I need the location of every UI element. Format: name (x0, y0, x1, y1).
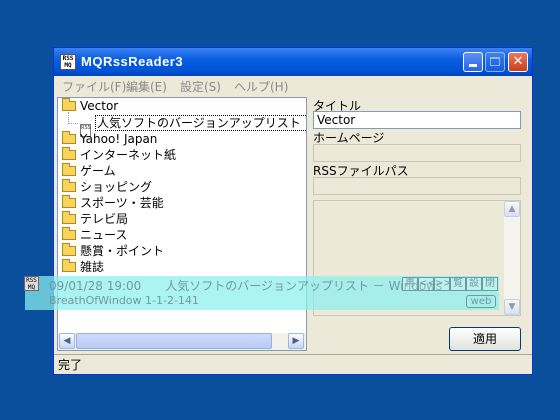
menu-bar: ファイル(F) 編集(E) 設定(S) ヘルプ(H) (54, 76, 532, 94)
tree-item-folder[interactable]: スポーツ・芸能 (62, 195, 164, 211)
tree-item-label: インターネット紙 (80, 148, 177, 162)
title-input[interactable]: Vector (313, 111, 521, 129)
vertical-scrollbar[interactable]: ▲ ▼ (504, 201, 520, 315)
tree-item-label: 人気ソフトのバージョンアップリスト － Windo (95, 115, 306, 131)
app-icon: RSS MQ (60, 54, 76, 70)
maximize-icon (490, 57, 500, 66)
maximize-button[interactable] (485, 52, 505, 72)
title-bar[interactable]: RSS MQ MQRssReader3 ✕ (54, 48, 532, 76)
ticker-subline: BreathOfWindow 1-1-2-141 (49, 294, 199, 307)
minimize-button[interactable] (463, 52, 483, 72)
tree-item-folder[interactable]: テレビ局 (62, 211, 128, 227)
window-title: MQRssReader3 (81, 54, 184, 69)
tree-item-label: Vector (80, 99, 119, 113)
tree-item-label: テレビ局 (80, 212, 129, 226)
folder-icon (62, 131, 76, 144)
tree-item-folder[interactable]: ショッピング (62, 179, 152, 195)
status-bar: 完了 (54, 354, 532, 374)
tree-item-folder[interactable]: 懸賞・ポイント (62, 243, 164, 259)
tree-item-folder[interactable]: ニュース (62, 227, 127, 243)
ticker-headline[interactable]: 09/01/28 19:00 人気ソフトのバージョンアップリスト － Windo… (49, 277, 442, 294)
app-window: RSS MQ MQRssReader3 ✕ ファイル(F) 編集(E) 設定(S… (53, 47, 533, 375)
folder-icon (62, 259, 76, 272)
scroll-left-icon[interactable]: ◀ (59, 333, 75, 349)
menu-edit[interactable]: 編集(E) (126, 78, 167, 95)
folder-icon (62, 227, 76, 240)
scroll-down-icon[interactable]: ▼ (504, 299, 520, 315)
next-button[interactable]: >> (434, 277, 452, 291)
scrollbar-thumb[interactable] (76, 333, 272, 349)
folder-icon (62, 211, 76, 224)
folder-icon (62, 147, 76, 160)
folder-icon (62, 163, 76, 176)
scroll-right-icon[interactable]: ▶ (288, 333, 304, 349)
tree-item-label: Yahoo! Japan (80, 132, 158, 146)
menu-file[interactable]: ファイル(F) (62, 78, 126, 95)
tree-item-label: 懸賞・ポイント (80, 244, 165, 258)
tree-item-label: ショッピング (80, 180, 153, 194)
ticker-overlay[interactable]: RSS MQ 09/01/28 19:00 人気ソフトのバージョンアップリスト … (24, 276, 499, 310)
tree-item-folder[interactable]: ゲーム (62, 163, 116, 179)
minimize-icon (469, 64, 477, 67)
settings-button[interactable]: 設 (466, 277, 482, 291)
tree-item-label: ニュース (80, 228, 128, 242)
ticker-close-button[interactable]: 閉 (482, 277, 498, 291)
tree-item-folder[interactable]: インターネット紙 (62, 147, 176, 163)
scroll-up-icon[interactable]: ▲ (504, 201, 520, 217)
tree-item-label: 雑誌 (80, 260, 105, 274)
horizontal-scrollbar[interactable]: ◀ ▶ (58, 333, 306, 350)
menu-settings[interactable]: 設定(S) (180, 78, 221, 95)
rss-path-input[interactable] (313, 177, 521, 195)
close-icon: ✕ (512, 54, 524, 69)
homepage-input[interactable] (313, 144, 521, 162)
apply-button[interactable]: 適用 (449, 327, 521, 351)
menu-help[interactable]: ヘルプ(H) (234, 78, 288, 95)
list-button[interactable]: 覧 (450, 277, 466, 291)
tree-item-folder[interactable]: Vector (62, 98, 118, 114)
close-button[interactable]: ✕ (508, 52, 528, 72)
tree-item-folder[interactable]: Yahoo! Japan (62, 131, 157, 147)
ticker-app-icon: RSS MQ (24, 276, 39, 291)
folder-icon (62, 98, 76, 111)
tree-item-label: スポーツ・芸能 (80, 196, 164, 210)
tree-item-label: ゲーム (80, 164, 116, 178)
web-button[interactable]: web (466, 295, 496, 308)
folder-icon (62, 195, 76, 208)
tree-item-folder[interactable]: 雑誌 (62, 259, 104, 275)
tree-connector (68, 123, 78, 124)
previous-button[interactable]: << (418, 277, 436, 291)
folder-icon (62, 243, 76, 256)
folder-icon (62, 179, 76, 192)
tree-item-feed[interactable]: RSS人気ソフトのバージョンアップリスト － Windo (80, 115, 306, 137)
feed-tree[interactable]: Vector RSS人気ソフトのバージョンアップリスト － Windo Yaho… (57, 97, 307, 351)
reload-button[interactable]: 再 (402, 277, 418, 291)
